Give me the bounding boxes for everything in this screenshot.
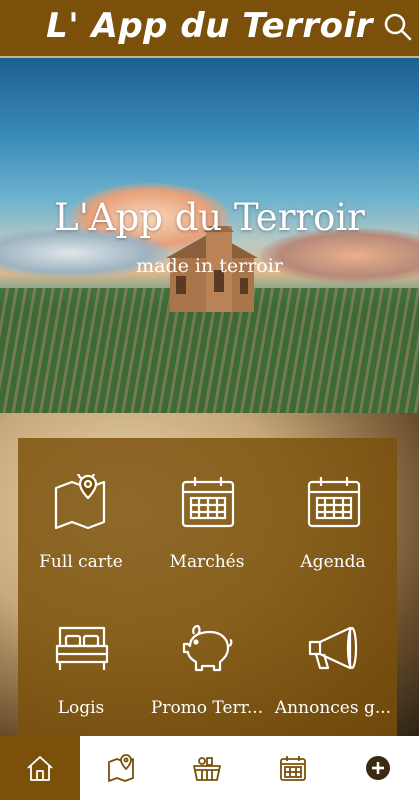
bottom-navigation xyxy=(0,736,419,800)
basket-icon xyxy=(193,757,221,781)
menu-tile-label: Marchés xyxy=(169,552,245,572)
menu-tile-label: Logis xyxy=(57,698,105,718)
app-header: L' App du Terroir xyxy=(0,0,419,58)
menu-grid: Full carte Marchés Agenda Logis Promo Te… xyxy=(18,438,397,736)
menu-tile-marches[interactable]: Marchés xyxy=(144,438,270,578)
menu-tile-annonces[interactable]: Annonces g... xyxy=(270,584,396,724)
menu-tile-label: Annonces g... xyxy=(274,698,392,718)
menu-tile-logis[interactable]: Logis xyxy=(18,584,144,724)
nav-calendar[interactable] xyxy=(253,736,333,800)
nav-basket[interactable] xyxy=(167,736,247,800)
map-pin-icon xyxy=(54,474,106,530)
menu-tile-label: Agenda xyxy=(300,552,366,572)
bed-icon xyxy=(55,626,109,670)
calendar-icon xyxy=(307,477,361,528)
menu-tile-agenda[interactable]: Agenda xyxy=(270,438,396,578)
menu-tile-label: Full carte xyxy=(39,552,123,572)
calendar-icon xyxy=(280,756,306,781)
plus-circle-icon xyxy=(366,756,390,780)
hero-title: L'App du Terroir xyxy=(54,196,365,239)
map-pin-icon xyxy=(108,754,134,782)
hero-banner: L'App du Terroir made in terroir xyxy=(0,58,419,413)
piggy-bank-icon xyxy=(182,624,233,672)
app-title: L' App du Terroir xyxy=(46,6,373,46)
nav-map[interactable] xyxy=(82,736,162,800)
hero-subtitle: made in terroir xyxy=(136,255,283,277)
menu-tile-promo-terroir[interactable]: Promo Terr... xyxy=(144,584,270,724)
nav-home[interactable] xyxy=(0,736,80,800)
calendar-icon xyxy=(181,477,235,528)
menu-tile-label: Promo Terr... xyxy=(150,698,264,718)
search-button[interactable] xyxy=(383,12,413,42)
search-icon xyxy=(384,13,412,41)
megaphone-icon xyxy=(308,626,358,670)
home-icon xyxy=(27,756,53,781)
menu-tile-full-carte[interactable]: Full carte xyxy=(18,438,144,578)
nav-add[interactable] xyxy=(338,736,418,800)
